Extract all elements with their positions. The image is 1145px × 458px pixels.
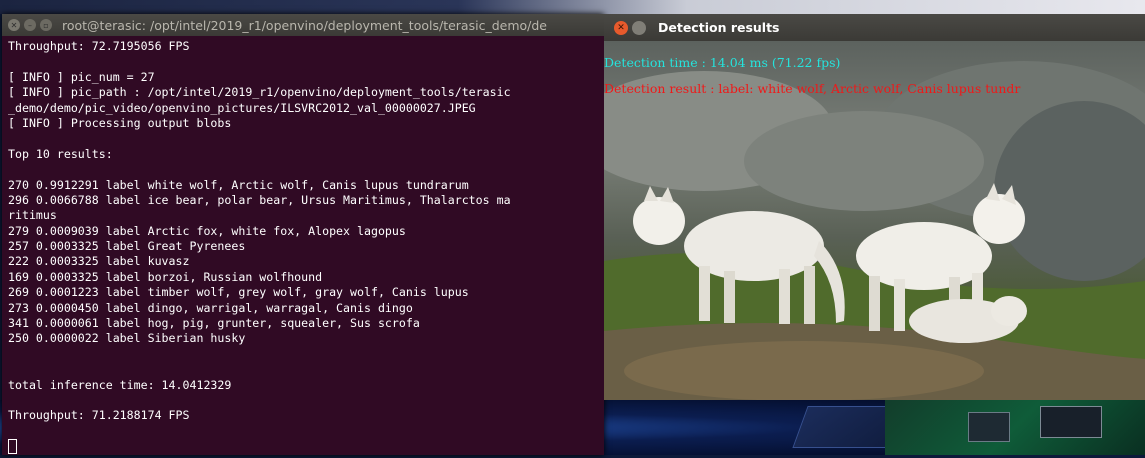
detection-window-title: Detection results <box>658 20 780 35</box>
terminal-window[interactable]: ✕ – ▫ root@terasic: /opt/intel/2019_r1/o… <box>2 14 604 455</box>
component-graphic <box>1040 406 1102 438</box>
terminal-line: _demo/demo/pic_video/openvino_pictures/I… <box>8 100 476 115</box>
terminal-line: [ INFO ] Processing output blobs <box>8 115 232 130</box>
close-icon[interactable]: ✕ <box>614 20 628 35</box>
terminal-titlebar[interactable]: ✕ – ▫ root@terasic: /opt/intel/2019_r1/o… <box>2 14 604 36</box>
terminal-line: total inference time: 14.0412329 <box>8 377 232 392</box>
circuit-board-graphic <box>885 400 1145 455</box>
terminal-line: 270 0.9912291 label white wolf, Arctic w… <box>8 177 469 192</box>
close-icon[interactable]: ✕ <box>8 19 20 31</box>
terminal-line: 273 0.0000450 label dingo, warrigal, war… <box>8 300 413 315</box>
terminal-line: 296 0.0066788 label ice bear, polar bear… <box>8 192 511 207</box>
terminal-line: [ INFO ] pic_num = 27 <box>8 69 155 84</box>
terminal-line: 250 0.0000022 label Siberian husky <box>8 331 246 346</box>
terminal-line: 257 0.0003325 label Great Pyrenees <box>8 239 246 254</box>
terminal-line: ritimus <box>8 208 57 223</box>
terminal-line: [ INFO ] pic_path : /opt/intel/2019_r1/o… <box>8 85 511 100</box>
terminal-line: 222 0.0003325 label kuvasz <box>8 254 190 269</box>
text-cursor <box>8 439 17 455</box>
terminal-line: 269 0.0001223 label timber wolf, grey wo… <box>8 285 469 300</box>
wolf-photo: Detection time : 14.04 ms (71.22 fps) De… <box>604 41 1145 400</box>
minimize-icon[interactable] <box>632 20 646 35</box>
component-graphic <box>968 412 1010 442</box>
terminal-line: Top 10 results: <box>8 146 113 161</box>
terminal-line: Throughput: 72.7195056 FPS <box>8 39 190 53</box>
terminal-line: 279 0.0009039 label Arctic fox, white fo… <box>8 223 406 238</box>
detection-result-text: Detection result : label: white wolf, Ar… <box>604 81 1021 96</box>
detection-time-text: Detection time : 14.04 ms (71.22 fps) <box>604 55 841 70</box>
terminal-output[interactable]: Throughput: 72.7195056 FPS [ INFO ] pic_n… <box>2 36 604 458</box>
desktop-background-top <box>0 0 1145 14</box>
terminal-title: root@terasic: /opt/intel/2019_r1/openvin… <box>62 17 547 33</box>
terminal-cursor-line[interactable] <box>8 439 598 455</box>
minimize-icon[interactable]: – <box>24 19 36 31</box>
terminal-line: Throughput: 71.2188174 FPS <box>8 408 190 423</box>
terminal-line: 341 0.0000061 label hog, pig, grunter, s… <box>8 316 420 331</box>
maximize-icon[interactable]: ▫ <box>40 19 52 31</box>
terminal-line: 169 0.0003325 label borzoi, Russian wolf… <box>8 269 323 284</box>
detection-window-titlebar[interactable]: ✕ Detection results <box>604 14 1145 41</box>
detection-results-window[interactable]: ✕ Detection results Detection time: 14.… <box>604 14 1145 400</box>
